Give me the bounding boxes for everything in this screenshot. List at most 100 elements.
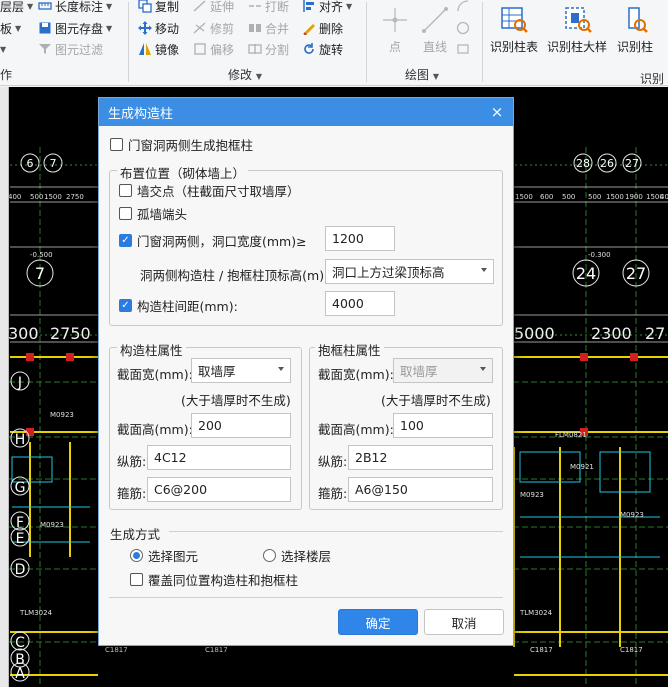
drawing-label: C1817: [205, 646, 228, 654]
close-icon[interactable]: ×: [489, 104, 505, 120]
chevron-down-icon: [480, 367, 486, 371]
dimension-text: 27: [645, 324, 665, 343]
chevron-down-icon: ▼: [346, 1, 353, 11]
column-height-label: 截面高(mm):: [117, 422, 193, 437]
door-window-sides-checkbox[interactable]: ✓ 门窗洞两侧，洞口宽度(mm)≥: [119, 231, 307, 250]
recognize-column-table-label: 识别柱表: [490, 40, 539, 54]
group-draw: 绘图 ▼: [405, 66, 439, 83]
recognize-column-button[interactable]: 识别柱: [617, 6, 653, 55]
point-label: 点: [388, 40, 401, 54]
door-window-width-input[interactable]: 1200: [325, 226, 395, 251]
copy-button[interactable]: 复制: [138, 0, 179, 15]
offset-button[interactable]: 偏移: [193, 40, 234, 58]
column-long-rebar-input[interactable]: 4C12: [147, 445, 291, 470]
split-button[interactable]: 分割: [248, 40, 289, 58]
trim-icon: [193, 22, 206, 34]
mirror-button[interactable]: 镜像: [138, 40, 179, 58]
wall-intersection-label: 墙交点（柱截面尺寸取墙厚）: [137, 184, 300, 199]
point-button[interactable]: 点: [380, 6, 410, 55]
column-height-input[interactable]: 200: [191, 413, 291, 438]
trim-label: 修剪: [210, 21, 235, 36]
circle-tool[interactable]: [456, 19, 470, 37]
drawing-label: TLM3024: [19, 609, 53, 617]
select-element-label: 选择图元: [148, 549, 199, 564]
merge-icon: [249, 24, 261, 32]
recognize-column-detail-label: 识别柱大样: [547, 40, 608, 54]
rectangle-tool[interactable]: [456, 40, 470, 58]
chevron-down-icon: ▼: [432, 72, 439, 81]
break-button[interactable]: 打断: [248, 0, 289, 15]
trim-button[interactable]: 修剪: [193, 19, 234, 37]
mirror-icon: [139, 43, 151, 55]
small-dimension: 500: [30, 193, 43, 201]
checkbox-box[interactable]: [130, 573, 143, 586]
column-width-select[interactable]: 取墙厚: [191, 358, 291, 383]
floor-layer-button[interactable]: 层层 ▼: [0, 0, 33, 15]
cancel-button[interactable]: 取消: [424, 609, 504, 635]
frame-stirrup-label: 箍筋:: [318, 486, 348, 501]
door-window-frame-checkbox[interactable]: 门窗洞两侧生成抱框柱: [110, 135, 253, 154]
arc-tool[interactable]: [456, 0, 470, 15]
move-button[interactable]: 移动: [138, 19, 179, 37]
dialog-title: 生成构造柱: [108, 106, 174, 122]
axis-label: 27: [625, 157, 639, 170]
checkbox-box[interactable]: [119, 207, 132, 220]
save-icon: [39, 22, 51, 34]
checkbox-box[interactable]: [119, 184, 132, 197]
align-button[interactable]: 对齐 ▼: [302, 0, 352, 15]
wall-intersection-checkbox[interactable]: 墙交点（柱截面尺寸取墙厚）: [119, 181, 300, 200]
small-dimension: 1500: [44, 193, 62, 201]
point-icon: [380, 6, 410, 34]
left-arrow-button[interactable]: ▼: [0, 40, 6, 58]
radio-selected-icon[interactable]: [130, 549, 143, 562]
drawing-label: M0923: [620, 511, 644, 519]
frame-width-select[interactable]: 取墙厚: [393, 358, 493, 383]
check-icon[interactable]: ✓: [119, 299, 132, 312]
top-elevation-select[interactable]: 洞口上方过梁顶标高: [325, 259, 494, 284]
offset-icon: [194, 43, 206, 55]
extend-button[interactable]: 延伸: [193, 0, 234, 15]
overwrite-checkbox[interactable]: 覆盖同位置构造柱和抱框柱: [130, 570, 298, 589]
frame-stirrup-input[interactable]: A6@150: [348, 477, 493, 502]
group-modify-label: 修改: [228, 68, 253, 82]
checkbox-box[interactable]: [110, 138, 123, 151]
drawing-label: M0923: [50, 411, 74, 419]
column-spacing-input[interactable]: 4000: [325, 291, 395, 316]
column-props-legend: 构造柱属性: [117, 340, 186, 359]
recognize-column-table-button[interactable]: 识别柱表: [490, 6, 538, 55]
column-spacing-checkbox[interactable]: ✓ 构造柱间距(mm):: [119, 296, 238, 315]
merge-button[interactable]: 合并: [248, 19, 289, 37]
select-element-radio[interactable]: 选择图元: [130, 546, 198, 565]
recognize-column-label: 识别柱: [617, 40, 654, 54]
drawing-label: M0921: [570, 463, 594, 471]
element-filter-button[interactable]: 图元过滤: [38, 40, 103, 58]
board-button[interactable]: 板 ▼: [0, 19, 21, 37]
break-icon: [249, 5, 261, 7]
frame-height-input[interactable]: 100: [393, 413, 493, 438]
ok-button[interactable]: 确定: [338, 609, 418, 635]
rotate-icon: [304, 43, 314, 54]
recognize-column-detail-button[interactable]: 识别柱大样: [547, 6, 607, 55]
isolated-wall-end-checkbox[interactable]: 孤墙端头: [119, 204, 187, 223]
rotate-button[interactable]: 旋转: [302, 40, 343, 58]
frame-props-legend: 抱框柱属性: [315, 340, 384, 359]
break-label: 打断: [265, 0, 290, 14]
column-width-label: 截面宽(mm):: [117, 367, 193, 382]
axis-label: E: [16, 531, 25, 547]
column-stirrup-input[interactable]: C6@200: [147, 477, 291, 502]
element-save-button[interactable]: 图元存盘 ▼: [38, 19, 112, 37]
group-recognize-label: 识别: [640, 72, 665, 86]
element-filter-label: 图元过滤: [55, 42, 104, 57]
delete-button[interactable]: 删除: [302, 19, 343, 37]
dialog-title-bar[interactable]: 生成构造柱 ×: [99, 98, 513, 126]
small-dimension: 400: [660, 193, 668, 201]
radio-icon[interactable]: [263, 549, 276, 562]
line-icon: [420, 6, 450, 34]
line-button[interactable]: 直线: [420, 6, 450, 55]
frame-long-rebar-input[interactable]: 2B12: [348, 445, 493, 470]
axis-label: J: [17, 375, 22, 391]
check-icon[interactable]: ✓: [119, 234, 132, 247]
select-floor-radio[interactable]: 选择楼层: [263, 546, 331, 565]
small-dimension: 500: [562, 193, 575, 201]
length-mark-button[interactable]: 长度标注 ▼: [38, 0, 112, 15]
